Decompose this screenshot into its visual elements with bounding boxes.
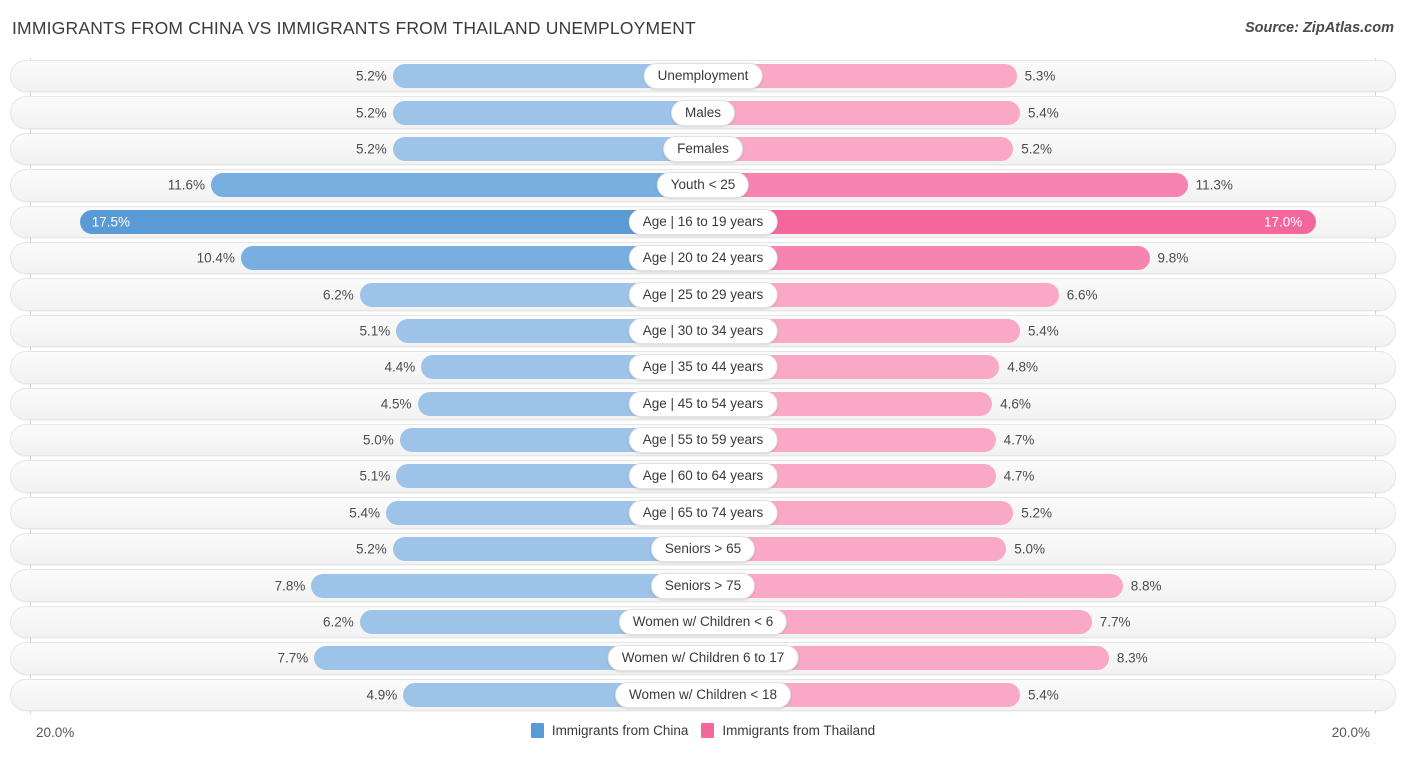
row-category-label: Age | 65 to 74 years xyxy=(628,499,778,526)
legend-swatch-icon xyxy=(530,723,544,738)
row-category-label: Age | 60 to 64 years xyxy=(628,463,778,490)
row-category-label: Males xyxy=(670,99,736,126)
bar-right-value: 4.7% xyxy=(1003,432,1035,448)
row-category-label: Age | 25 to 29 years xyxy=(628,281,778,308)
bar-left-china[interactable] xyxy=(210,173,703,198)
bar-left-china[interactable] xyxy=(392,136,703,161)
bar-right-value: 6.6% xyxy=(1066,287,1098,303)
bar-left-value: 7.7% xyxy=(277,650,309,666)
bar-left-value: 5.2% xyxy=(356,141,387,157)
bar-left-value: 5.2% xyxy=(356,105,387,121)
bar-left-value: 11.6% xyxy=(167,177,205,193)
row-category-label: Age | 20 to 24 years xyxy=(628,245,778,272)
row-category-label: Age | 35 to 44 years xyxy=(628,354,778,381)
bar-left-value: 10.4% xyxy=(196,250,235,266)
bar-left-value: 5.1% xyxy=(359,323,391,339)
bar-right-value: 8.3% xyxy=(1116,650,1148,666)
bar-left-china[interactable] xyxy=(79,209,703,234)
bar-right-value: 5.3% xyxy=(1024,68,1056,84)
bar-left-value: 5.2% xyxy=(356,541,387,557)
table-row[interactable]: 7.8% 8.8% Seniors > 75 xyxy=(0,567,1406,603)
table-row[interactable]: 5.4% 5.2% Age | 65 to 74 years xyxy=(0,495,1406,531)
legend-label: Immigrants from China xyxy=(551,723,689,738)
bar-right-value: 5.4% xyxy=(1027,687,1059,703)
bar-right-thailand[interactable] xyxy=(703,573,1123,598)
source-label: Source: ZipAtlas.com xyxy=(1244,20,1394,36)
bar-right-thailand[interactable] xyxy=(703,100,1020,125)
bar-right-value: 8.8% xyxy=(1130,578,1162,594)
legend-label: Immigrants from Thailand xyxy=(722,723,876,738)
row-category-label: Seniors > 65 xyxy=(650,536,756,563)
bar-rows: 5.2% 5.3% Unemployment 5.2% 5.4% Males 5.2% 5.2… xyxy=(0,58,1406,713)
bar-left-value: 4.9% xyxy=(366,687,398,703)
bar-right-value: 9.8% xyxy=(1157,250,1189,266)
table-row[interactable]: 5.1% 4.7% Age | 60 to 64 years xyxy=(0,458,1406,494)
row-category-label: Age | 16 to 19 years xyxy=(628,208,778,235)
row-category-label: Unemployment xyxy=(643,63,763,90)
bar-right-value: 4.8% xyxy=(1007,359,1039,375)
bar-left-china[interactable] xyxy=(392,100,703,125)
bar-right-value: 5.2% xyxy=(1021,141,1052,157)
bar-right-value: 4.7% xyxy=(1003,468,1035,484)
legend: Immigrants from China Immigrants from Tha… xyxy=(0,723,1406,738)
row-category-label: Age | 55 to 59 years xyxy=(628,427,778,454)
bar-left-value: 5.1% xyxy=(359,468,391,484)
table-row[interactable]: 5.0% 4.7% Age | 55 to 59 years xyxy=(0,422,1406,458)
table-row[interactable]: 5.2% 5.3% Unemployment xyxy=(0,58,1406,94)
table-row[interactable]: 4.4% 4.8% Age | 35 to 44 years xyxy=(0,349,1406,385)
row-category-label: Women w/ Children 6 to 17 xyxy=(607,645,799,672)
bar-right-thailand[interactable] xyxy=(703,173,1188,198)
bar-left-value: 17.5% xyxy=(91,214,131,230)
table-row[interactable]: 11.6% 11.3% Youth < 25 xyxy=(0,167,1406,203)
table-row[interactable]: 6.2% 7.7% Women w/ Children < 6 xyxy=(0,604,1406,640)
bar-left-value: 5.0% xyxy=(362,432,394,448)
bar-left-value: 6.2% xyxy=(323,287,354,303)
table-row[interactable]: 4.5% 4.6% Age | 45 to 54 years xyxy=(0,386,1406,422)
bar-right-value: 7.7% xyxy=(1099,614,1131,630)
row-category-label: Youth < 25 xyxy=(656,172,750,199)
row-category-label: Females xyxy=(663,135,743,162)
chart-plot-area: 5.2% 5.3% Unemployment 5.2% 5.4% Males 5.2% 5.2… xyxy=(0,58,1406,714)
legend-item-china[interactable]: Immigrants from China xyxy=(530,723,689,738)
row-category-label: Age | 45 to 54 years xyxy=(628,390,778,417)
chart-page: IMMIGRANTS FROM CHINA VS IMMIGRANTS FROM… xyxy=(0,0,1406,757)
row-category-label: Women w/ Children < 18 xyxy=(615,681,791,708)
bar-right-value: 5.4% xyxy=(1027,323,1059,339)
table-row[interactable]: 5.2% 5.4% Males xyxy=(0,94,1406,130)
bar-left-value: 5.4% xyxy=(349,505,380,521)
bar-left-value: 5.2% xyxy=(356,68,387,84)
bar-right-value: 5.4% xyxy=(1027,105,1059,121)
chart-footer: 20.0% 20.0% Immigrants from China Immigra… xyxy=(0,714,1406,757)
table-row[interactable]: 5.2% 5.0% Seniors > 65 xyxy=(0,531,1406,567)
bar-left-value: 4.4% xyxy=(384,359,416,375)
row-category-label: Seniors > 75 xyxy=(650,572,756,599)
legend-swatch-icon xyxy=(701,723,715,738)
bar-left-china[interactable] xyxy=(311,573,703,598)
bar-left-value: 4.5% xyxy=(380,396,412,412)
page-title: IMMIGRANTS FROM CHINA VS IMMIGRANTS FROM… xyxy=(12,18,696,38)
legend-item-thailand[interactable]: Immigrants from Thailand xyxy=(701,723,875,738)
bar-right-thailand[interactable] xyxy=(703,209,1316,234)
table-row[interactable]: 6.2% 6.6% Age | 25 to 29 years xyxy=(0,276,1406,312)
bar-right-value: 5.0% xyxy=(1014,541,1046,557)
row-category-label: Women w/ Children < 6 xyxy=(618,609,788,636)
table-row[interactable]: 7.7% 8.3% Women w/ Children 6 to 17 xyxy=(0,640,1406,676)
bar-left-value: 6.2% xyxy=(323,614,354,630)
table-row[interactable]: 4.9% 5.4% Women w/ Children < 18 xyxy=(0,677,1406,713)
table-row[interactable]: 17.5% 17.0% Age | 16 to 19 years xyxy=(0,204,1406,240)
bar-right-value: 11.3% xyxy=(1195,177,1233,193)
bar-right-value: 17.0% xyxy=(1263,214,1303,230)
chart-header: IMMIGRANTS FROM CHINA VS IMMIGRANTS FROM… xyxy=(0,0,1406,56)
table-row[interactable]: 5.2% 5.2% Females xyxy=(0,131,1406,167)
bar-right-value: 4.6% xyxy=(1000,396,1031,412)
row-category-label: Age | 30 to 34 years xyxy=(628,317,778,344)
table-row[interactable]: 10.4% 9.8% Age | 20 to 24 years xyxy=(0,240,1406,276)
table-row[interactable]: 5.1% 5.4% Age | 30 to 34 years xyxy=(0,313,1406,349)
bar-right-value: 5.2% xyxy=(1021,505,1052,521)
bar-right-thailand[interactable] xyxy=(703,136,1014,161)
bar-left-value: 7.8% xyxy=(274,578,306,594)
